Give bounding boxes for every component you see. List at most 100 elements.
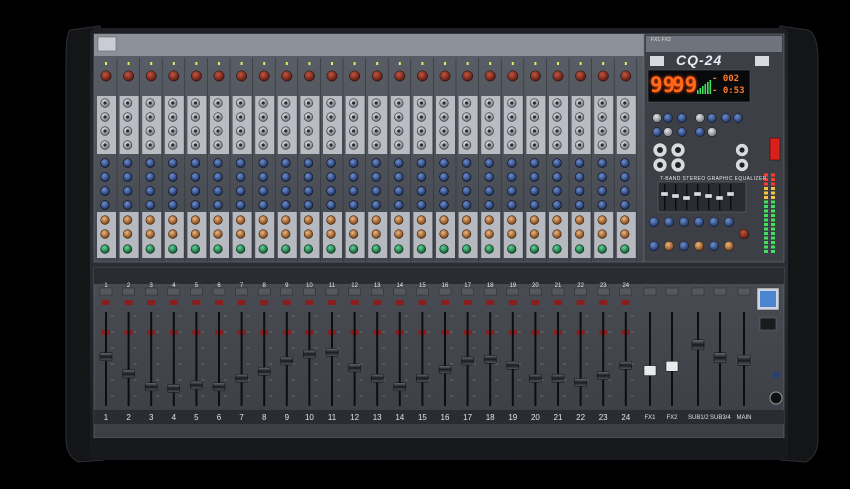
eq-knob[interactable]: [100, 200, 110, 210]
eq-knob[interactable]: [597, 158, 607, 168]
eq-knob[interactable]: [326, 186, 336, 196]
eq-knob[interactable]: [461, 186, 472, 196]
pan-knob[interactable]: [258, 244, 268, 254]
master-knob[interactable]: [695, 113, 705, 123]
gain-knob[interactable]: [349, 70, 361, 82]
solo-button[interactable]: [373, 300, 382, 305]
channel-fader[interactable]: [348, 363, 361, 373]
fx-knob[interactable]: [484, 215, 494, 225]
channel-fader[interactable]: [574, 378, 587, 387]
eq-knob[interactable]: [213, 158, 223, 168]
usb-port[interactable]: [759, 317, 777, 331]
eq-slider[interactable]: [715, 195, 724, 201]
pan-knob[interactable]: [484, 244, 494, 254]
solo-button[interactable]: [215, 300, 223, 305]
pan-knob[interactable]: [439, 244, 449, 254]
pan-knob[interactable]: [281, 244, 291, 254]
eq-knob[interactable]: [529, 200, 540, 210]
pan-knob[interactable]: [168, 244, 178, 254]
solo-button[interactable]: [418, 300, 427, 305]
channel-fader[interactable]: [257, 367, 271, 376]
fx-knob[interactable]: [168, 215, 178, 225]
fx-knob[interactable]: [416, 215, 427, 225]
fx-knob[interactable]: [371, 229, 381, 239]
eq-knob[interactable]: [484, 158, 494, 168]
solo-button[interactable]: [260, 300, 269, 305]
fx-knob[interactable]: [281, 215, 291, 225]
mute-button[interactable]: [619, 287, 632, 296]
gain-knob[interactable]: [281, 70, 293, 82]
master-knob[interactable]: [708, 240, 720, 252]
fx-knob[interactable]: [552, 215, 562, 225]
fx-knob[interactable]: [484, 229, 494, 239]
gain-knob[interactable]: [529, 70, 541, 82]
eq-knob[interactable]: [394, 172, 404, 182]
eq-knob[interactable]: [507, 200, 517, 210]
fx-knob[interactable]: [303, 229, 314, 239]
pan-knob[interactable]: [371, 244, 381, 254]
channel-fader[interactable]: [483, 355, 497, 364]
solo-button[interactable]: [508, 300, 517, 305]
gain-knob[interactable]: [258, 70, 270, 82]
eq-knob[interactable]: [122, 172, 133, 182]
eq-knob[interactable]: [484, 186, 494, 196]
solo-button[interactable]: [237, 300, 246, 305]
master-knob[interactable]: [648, 240, 660, 252]
eq-knob[interactable]: [416, 158, 427, 168]
pan-knob[interactable]: [507, 244, 517, 254]
eq-knob[interactable]: [145, 158, 155, 168]
gain-knob[interactable]: [462, 70, 474, 82]
mute-button[interactable]: [167, 287, 181, 296]
eq-knob[interactable]: [348, 200, 359, 210]
master-knob[interactable]: [721, 113, 731, 123]
solo-button[interactable]: [395, 300, 404, 305]
eq-knob[interactable]: [620, 200, 630, 210]
gain-knob[interactable]: [213, 70, 225, 82]
eq-knob[interactable]: [439, 186, 449, 196]
channel-fader[interactable]: [144, 382, 158, 392]
channel-fader[interactable]: [529, 373, 542, 383]
channel-fader[interactable]: [619, 361, 633, 370]
eq-knob[interactable]: [574, 200, 585, 210]
mute-button[interactable]: [438, 287, 452, 296]
mute-button[interactable]: [303, 287, 316, 296]
master-knob[interactable]: [708, 216, 720, 228]
pan-knob[interactable]: [597, 244, 607, 254]
solo-button[interactable]: [169, 300, 178, 305]
channel-fader[interactable]: [325, 348, 339, 357]
master-fader[interactable]: [665, 361, 679, 372]
eq-knob[interactable]: [461, 200, 472, 210]
eq-knob[interactable]: [213, 186, 223, 196]
eq-knob[interactable]: [620, 158, 630, 168]
eq-knob[interactable]: [439, 172, 449, 182]
eq-knob[interactable]: [100, 172, 110, 182]
eq-knob[interactable]: [281, 172, 291, 182]
eq-knob[interactable]: [235, 200, 246, 210]
eq-knob[interactable]: [552, 200, 562, 210]
headphone-jack[interactable]: [769, 391, 783, 405]
pan-knob[interactable]: [190, 244, 200, 254]
phones-knob[interactable]: [773, 372, 779, 378]
fx-knob[interactable]: [281, 229, 291, 239]
mute-button[interactable]: [122, 287, 135, 296]
channel-fader[interactable]: [280, 356, 294, 366]
master-knob[interactable]: [693, 216, 705, 228]
eq-knob[interactable]: [394, 186, 404, 196]
fx-knob[interactable]: [213, 215, 223, 225]
eq-knob[interactable]: [507, 172, 517, 182]
fx-knob[interactable]: [552, 229, 562, 239]
eq-knob[interactable]: [213, 172, 223, 182]
solo-button[interactable]: [599, 300, 608, 305]
mute-button[interactable]: [529, 287, 542, 296]
gain-knob[interactable]: [326, 70, 338, 82]
fx-knob[interactable]: [213, 229, 223, 239]
master-knob[interactable]: [663, 216, 675, 228]
master-knob[interactable]: [663, 127, 673, 137]
eq-knob[interactable]: [371, 172, 381, 182]
master-knob[interactable]: [652, 127, 662, 137]
gain-knob[interactable]: [100, 70, 112, 82]
fx-knob[interactable]: [303, 215, 314, 225]
mute-button[interactable]: [393, 287, 406, 296]
channel-fader[interactable]: [235, 373, 248, 383]
eq-knob[interactable]: [574, 186, 585, 196]
